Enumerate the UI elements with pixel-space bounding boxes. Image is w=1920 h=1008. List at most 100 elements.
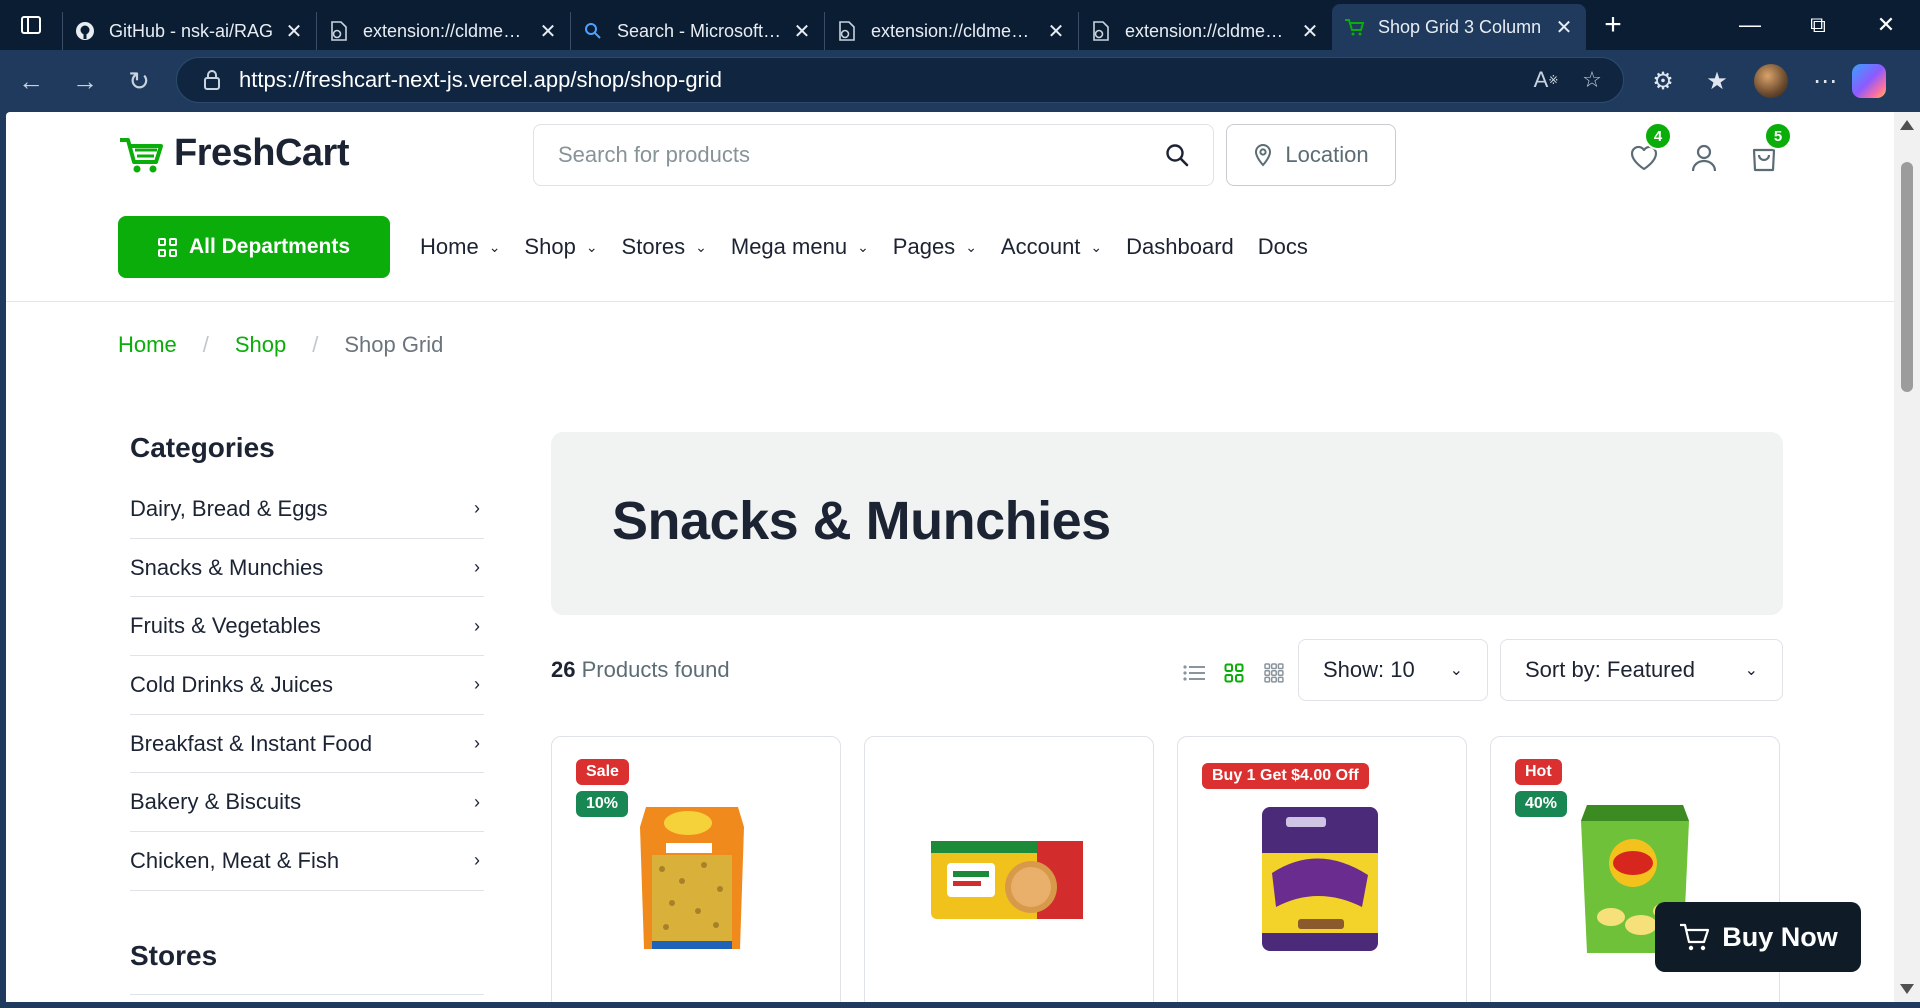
scroll-down-arrow-icon[interactable]	[1900, 984, 1914, 994]
extension-page-icon	[837, 21, 857, 41]
buy-now-label: Buy Now	[1722, 921, 1838, 952]
products-found: 26 Products found	[551, 657, 730, 683]
grid-3-view-icon[interactable]	[1254, 658, 1294, 688]
favorites-icon[interactable]: ★	[1690, 59, 1744, 103]
page-scrollbar[interactable]	[1894, 112, 1920, 1002]
category-item[interactable]: Snacks & Munchies ›	[130, 539, 484, 598]
scroll-up-arrow-icon[interactable]	[1900, 120, 1914, 130]
tab-actions-icon[interactable]	[0, 0, 62, 50]
lock-icon[interactable]	[201, 69, 223, 91]
category-item[interactable]: Breakfast & Instant Food ›	[130, 715, 484, 774]
freshcart-logo[interactable]: FreshCart	[118, 132, 350, 175]
chevron-down-icon: ⌄	[965, 238, 977, 255]
profile-avatar[interactable]	[1754, 64, 1788, 98]
url-field[interactable]: https://freshcart-next-js.vercel.app/sho…	[176, 57, 1624, 103]
chevron-right-icon: ›	[474, 733, 480, 754]
product-image[interactable]	[1258, 803, 1382, 955]
category-item[interactable]: Chicken, Meat & Fish ›	[130, 832, 484, 891]
wishlist-button[interactable]: 4	[1614, 122, 1674, 178]
forward-button[interactable]: →	[58, 59, 112, 103]
extensions-icon[interactable]: ⚙	[1636, 59, 1690, 103]
copilot-icon[interactable]	[1852, 64, 1886, 98]
nav-item-stores[interactable]: Stores ⌄	[622, 234, 707, 260]
search-placeholder[interactable]: Search for products	[558, 142, 1165, 168]
nav-item-shop[interactable]: Shop ⌄	[524, 234, 597, 260]
breadcrumb-shop[interactable]: Shop	[235, 332, 286, 358]
category-item[interactable]: Cold Drinks & Juices ›	[130, 656, 484, 715]
url-text[interactable]: https://freshcart-next-js.vercel.app/sho…	[239, 67, 1523, 93]
close-tab-icon[interactable]: ✕	[792, 19, 812, 44]
refresh-button[interactable]: ↻	[112, 59, 166, 103]
browser-tab[interactable]: extension://cldmemdnllncchfahbcnjijheaol…	[824, 12, 1078, 50]
location-pin-icon	[1255, 144, 1272, 167]
discount-badge: 10%	[576, 791, 629, 817]
nav-item-mega-menu[interactable]: Mega menu ⌄	[731, 234, 869, 260]
browser-tab[interactable]: extension://cldmemdnllncchfahbcnjijheaol…	[316, 12, 570, 50]
browser-tab[interactable]: Shop Grid 3 Column ✕	[1332, 4, 1586, 50]
browser-tab[interactable]: GitHub - nsk-ai/RAG ✕	[62, 12, 316, 50]
cart-icon	[1680, 923, 1710, 951]
restore-button[interactable]: ⧉	[1784, 0, 1852, 50]
nav-item-pages[interactable]: Pages ⌄	[893, 234, 977, 260]
category-label: Chicken, Meat & Fish	[130, 847, 340, 873]
close-tab-icon[interactable]: ✕	[1300, 19, 1320, 44]
products-count: 26	[551, 657, 576, 682]
close-tab-icon[interactable]: ✕	[1554, 15, 1574, 40]
nav-item-home[interactable]: Home ⌄	[420, 234, 500, 260]
product-image[interactable]	[927, 837, 1087, 923]
product-card[interactable]: Buy 1 Get $4.00 Off	[1177, 736, 1467, 1002]
nav-item-dashboard[interactable]: Dashboard	[1126, 234, 1234, 260]
chevron-right-icon: ›	[474, 615, 480, 636]
nav-item-account[interactable]: Account ⌄	[1001, 234, 1102, 260]
sort-select[interactable]: Sort by: Featured ⌄	[1500, 639, 1783, 701]
back-button[interactable]: ←	[4, 59, 58, 103]
grid-icon	[157, 237, 177, 257]
account-button[interactable]	[1674, 138, 1734, 178]
breadcrumb-home[interactable]: Home	[118, 332, 177, 358]
close-window-button[interactable]: ✕	[1852, 0, 1920, 50]
category-item[interactable]: Fruits & Vegetables ›	[130, 597, 484, 657]
category-item[interactable]: Dairy, Bread & Eggs ›	[130, 480, 484, 539]
extension-page-icon	[1091, 21, 1111, 41]
tab-title: extension://cldmemdnllncchfahbcnjijheaol…	[871, 20, 1038, 41]
cart-button[interactable]: 5	[1734, 122, 1794, 178]
close-tab-icon[interactable]: ✕	[538, 19, 558, 44]
category-item[interactable]: Bakery & Biscuits ›	[130, 773, 484, 833]
freshcart-cart-icon	[1344, 17, 1364, 37]
show-count-select[interactable]: Show: 10 ⌄	[1298, 639, 1488, 701]
grid-view-icon[interactable]	[1214, 658, 1254, 688]
breadcrumb-separator: /	[312, 332, 319, 357]
wishlist-count-badge: 4	[1644, 122, 1672, 150]
buy-now-button[interactable]: Buy Now	[1655, 902, 1861, 972]
more-menu-icon[interactable]: ⋯	[1798, 59, 1852, 103]
location-button[interactable]: Location	[1226, 124, 1396, 186]
close-tab-icon[interactable]: ✕	[1046, 19, 1066, 44]
github-icon	[75, 21, 95, 41]
main-menu: Home ⌄ Shop ⌄ Stores ⌄ Mega menu ⌄ Pages ⌄ Account…	[420, 216, 1332, 278]
search-icon[interactable]	[1165, 143, 1189, 167]
product-image[interactable]	[632, 799, 752, 959]
logo-text: FreshCart	[174, 132, 350, 174]
list-view-icon[interactable]	[1174, 658, 1214, 688]
search-input[interactable]: Search for products	[533, 124, 1214, 186]
read-aloud-icon[interactable]: A ※	[1523, 57, 1569, 103]
scrollbar-thumb[interactable]	[1901, 162, 1913, 392]
product-card[interactable]: Sale 10%	[551, 736, 841, 1002]
chevron-down-icon: ⌄	[1744, 662, 1758, 679]
nav-item-docs[interactable]: Docs	[1258, 234, 1308, 260]
all-departments-button[interactable]: All Departments	[118, 216, 390, 278]
tab-title: Search - Microsoft Bing	[617, 20, 784, 41]
minimize-button[interactable]: —	[1716, 0, 1784, 50]
favorite-star-icon[interactable]: ☆	[1569, 57, 1615, 103]
discount-badge: 40%	[1515, 791, 1568, 817]
header-divider	[6, 301, 1894, 302]
chevron-right-icon: ›	[474, 498, 480, 519]
chevron-right-icon: ›	[474, 791, 480, 812]
browser-tab[interactable]: extension://cldmemdnllncchfahbcnjijheaol…	[1078, 12, 1332, 50]
close-tab-icon[interactable]: ✕	[284, 19, 304, 44]
category-title: Snacks & Munchies	[612, 491, 1111, 551]
product-card[interactable]	[864, 736, 1154, 1002]
new-tab-button[interactable]: +	[1586, 5, 1640, 45]
browser-tab[interactable]: Search - Microsoft Bing ✕	[570, 12, 824, 50]
chevron-down-icon: ⌄	[1090, 238, 1103, 255]
